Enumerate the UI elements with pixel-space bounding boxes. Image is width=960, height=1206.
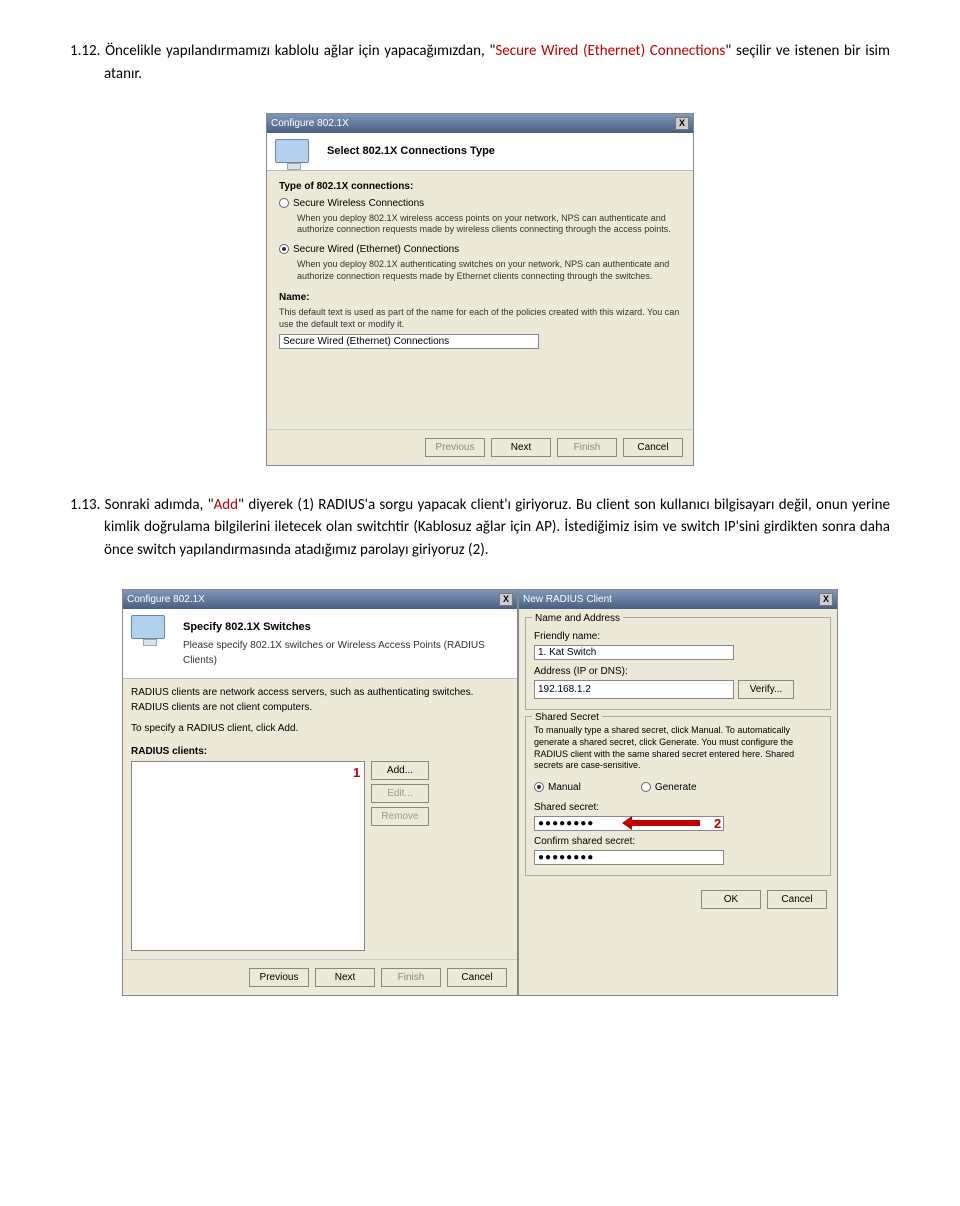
verify-button[interactable]: Verify... xyxy=(738,680,794,699)
name-label: Name: xyxy=(279,290,681,305)
close-icon[interactable]: X xyxy=(675,117,689,130)
confirm-label: Confirm shared secret: xyxy=(534,834,822,849)
radio-wireless[interactable]: Secure Wireless Connections xyxy=(279,196,681,211)
manual-label: Manual xyxy=(548,780,581,795)
dialog1-buttons: Previous Next Finish Cancel xyxy=(267,429,693,465)
dialog2b-body: Name and Address Friendly name: Address … xyxy=(519,609,837,919)
cancel-button[interactable]: Cancel xyxy=(767,890,827,909)
close-icon[interactable]: X xyxy=(819,593,833,606)
dialog2b-buttons: OK Cancel xyxy=(519,882,837,917)
remove-button[interactable]: Remove xyxy=(371,807,429,826)
dialog1-banner-title: Select 802.1X Connections Type xyxy=(327,143,683,160)
name-desc: This default text is used as part of the… xyxy=(279,307,681,330)
type-label: Type of 802.1X connections: xyxy=(279,179,681,194)
radio-icon[interactable] xyxy=(279,244,289,254)
radius-clients-listbox[interactable] xyxy=(131,761,365,951)
radio-wired[interactable]: Secure Wired (Ethernet) Connections xyxy=(279,242,681,257)
dialog2b-title: New RADIUS Client xyxy=(523,592,612,607)
radio-icon[interactable] xyxy=(279,198,289,208)
name-address-group: Name and Address Friendly name: Address … xyxy=(525,617,831,710)
previous-button[interactable]: Previous xyxy=(249,968,309,987)
para2-red: Add xyxy=(214,496,238,514)
dialog2a-titlebar[interactable]: Configure 802.1X X xyxy=(123,590,517,609)
monitor-icon xyxy=(131,615,171,651)
secret-desc: To manually type a shared secret, click … xyxy=(534,725,822,772)
dialogs-row: Configure 802.1X X Specify 802.1X Switch… xyxy=(70,589,890,996)
cancel-button[interactable]: Cancel xyxy=(623,438,683,457)
edit-button[interactable]: Edit... xyxy=(371,784,429,803)
arrow-icon xyxy=(630,820,700,826)
opt1-desc: When you deploy 802.1X wireless access p… xyxy=(297,213,681,236)
radio-icon[interactable] xyxy=(641,782,651,792)
configure-8021x-dialog: Configure 802.1X X Select 802.1X Connect… xyxy=(266,113,694,466)
dialog1-wrap: Configure 802.1X X Select 802.1X Connect… xyxy=(70,113,890,466)
finish-button[interactable]: Finish xyxy=(557,438,617,457)
shared-secret-group: Shared Secret To manually type a shared … xyxy=(525,716,831,876)
opt1-label: Secure Wireless Connections xyxy=(293,196,424,211)
monitor-icon xyxy=(275,139,315,175)
cancel-button[interactable]: Cancel xyxy=(447,968,507,987)
previous-button[interactable]: Previous xyxy=(425,438,485,457)
finish-button[interactable]: Finish xyxy=(381,968,441,987)
ok-button[interactable]: OK xyxy=(701,890,761,909)
next-button[interactable]: Next xyxy=(315,968,375,987)
para2-a: Sonraki adımda, " xyxy=(105,496,214,514)
manual-radio[interactable]: Manual xyxy=(534,780,581,795)
dialog1-titlebar[interactable]: Configure 802.1X X xyxy=(267,114,693,133)
close-icon[interactable]: X xyxy=(499,593,513,606)
side-buttons: Add... Edit... Remove xyxy=(365,761,429,951)
group-secret-title: Shared Secret xyxy=(532,710,602,725)
specify-switches-dialog: Configure 802.1X X Specify 802.1X Switch… xyxy=(122,589,518,996)
address-input[interactable] xyxy=(534,680,734,699)
intro1: RADIUS clients are network access server… xyxy=(131,685,509,715)
next-button[interactable]: Next xyxy=(491,438,551,457)
dialog2a-banner: Specify 802.1X Switches Please specify 8… xyxy=(123,609,517,679)
dialog2a-buttons: Previous Next Finish Cancel xyxy=(123,959,517,995)
paragraph-1: 1.12. Öncelikle yapılandırmamızı kablolu… xyxy=(70,40,890,85)
para1-red: Secure Wired (Ethernet) Connections xyxy=(495,42,725,60)
dialog2a-title: Configure 802.1X xyxy=(127,592,205,607)
paragraph-2: 1.13. Sonraki adımda, "Add" diyerek (1) … xyxy=(70,494,890,562)
dialog1-title: Configure 802.1X xyxy=(271,116,349,131)
shared-label: Shared secret: xyxy=(534,800,822,815)
radio-icon[interactable] xyxy=(534,782,544,792)
para1-num: 1.12. xyxy=(70,42,100,60)
dialog2a-banner-sub: Please specify 802.1X switches or Wirele… xyxy=(183,638,507,668)
dialog1-body: Type of 802.1X connections: Secure Wirel… xyxy=(267,171,693,429)
dialog1-banner: Select 802.1X Connections Type xyxy=(267,133,693,171)
intro2: To specify a RADIUS client, click Add. xyxy=(131,721,509,736)
friendly-label: Friendly name: xyxy=(534,629,822,644)
dialog2a-banner-title: Specify 802.1X Switches xyxy=(183,619,507,636)
opt2-desc: When you deploy 802.1X authenticating sw… xyxy=(297,259,681,282)
address-label: Address (IP or DNS): xyxy=(534,664,822,679)
para2-num: 1.13. xyxy=(70,496,100,514)
new-radius-client-dialog: New RADIUS Client X Name and Address Fri… xyxy=(518,589,838,996)
dialog2b-titlebar[interactable]: New RADIUS Client X xyxy=(519,590,837,609)
opt2-label: Secure Wired (Ethernet) Connections xyxy=(293,242,459,257)
generate-radio[interactable]: Generate xyxy=(641,780,697,795)
annotation-1: 1 xyxy=(353,763,360,783)
generate-label: Generate xyxy=(655,780,697,795)
list-label: RADIUS clients: xyxy=(131,744,509,759)
annotation-2: 2 xyxy=(714,814,721,834)
name-input[interactable] xyxy=(279,334,539,349)
friendly-name-input[interactable] xyxy=(534,645,734,660)
dialog2a-body: RADIUS clients are network access server… xyxy=(123,679,517,959)
group-name-title: Name and Address xyxy=(532,611,623,626)
para1-a: Öncelikle yapılandırmamızı kablolu ağlar… xyxy=(105,42,495,60)
confirm-secret-input[interactable] xyxy=(534,850,724,865)
add-button[interactable]: Add... xyxy=(371,761,429,780)
